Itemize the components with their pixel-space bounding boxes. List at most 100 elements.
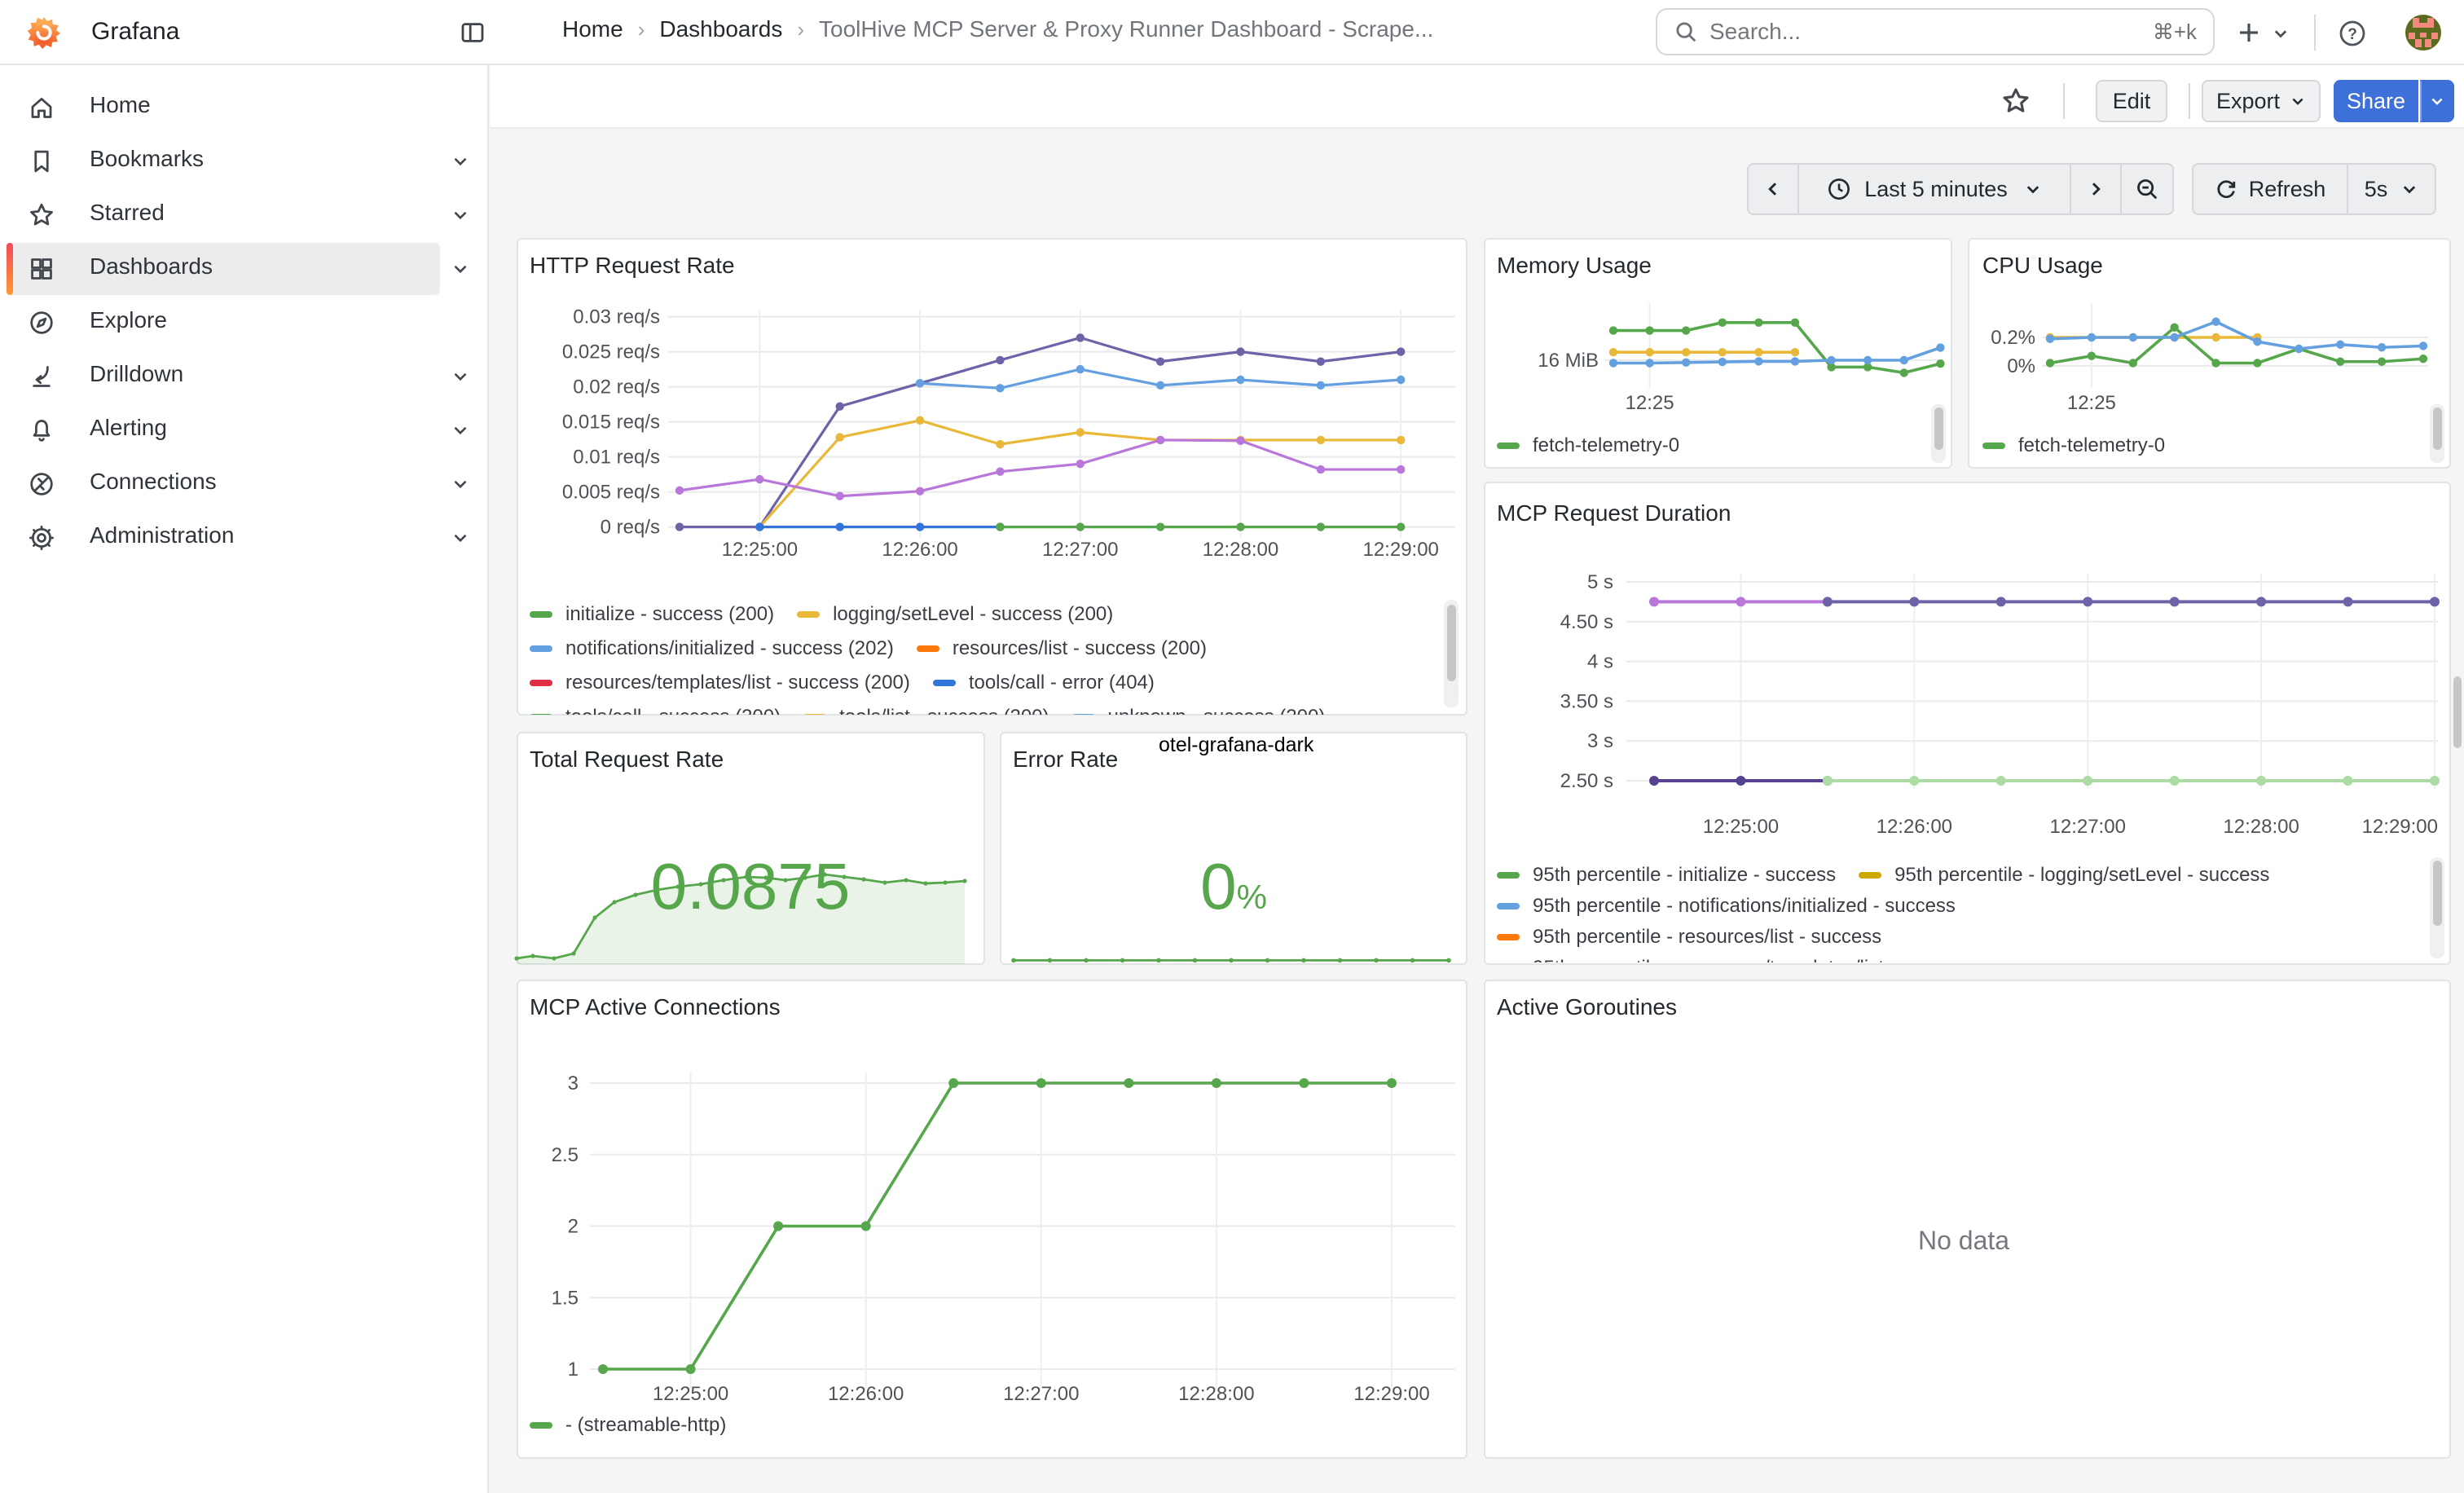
chevron-down-icon — [450, 420, 471, 441]
sidebar-item-bookmarks[interactable]: Bookmarks — [0, 134, 489, 188]
search-shortcut: ⌘+k — [2153, 20, 2197, 45]
sidebar-item-label: Explore — [90, 307, 167, 333]
legend-item[interactable]: 95th percentile - resources/templates/li… — [1497, 957, 1972, 962]
bookmark-icon — [28, 148, 55, 175]
sidebar-item-drilldown[interactable]: Drilldown — [0, 350, 489, 403]
chevron-down-icon — [450, 366, 471, 387]
window-scrollbar-thumb[interactable] — [2453, 676, 2462, 748]
grafana-dashboard-app: Grafana Home › Dashboards › ToolHive MCP… — [0, 0, 2464, 1493]
panel-title: Memory Usage — [1497, 253, 1652, 279]
sidebar-item-home[interactable]: Home — [0, 81, 489, 134]
export-button[interactable]: Export — [2202, 80, 2321, 122]
star-icon — [28, 201, 55, 229]
breadcrumb-current: ToolHive MCP Server & Proxy Runner Dashb… — [819, 16, 1433, 42]
legend-item[interactable]: 95th percentile - initialize - success — [1497, 864, 1836, 887]
drilldown-icon — [28, 363, 55, 390]
chevron-down-icon — [450, 258, 471, 280]
legend-item[interactable]: 95th percentile - resources/list - succe… — [1497, 926, 1881, 949]
sidebar-item-label: Drilldown — [90, 361, 183, 387]
share-dropdown-button[interactable] — [2420, 80, 2454, 122]
breadcrumb-separator: › — [623, 17, 660, 42]
legend-item[interactable]: - (streamable-http) — [530, 1414, 726, 1437]
edit-button[interactable]: Edit — [2096, 80, 2167, 122]
legend-item[interactable]: initialize - success (200) — [530, 603, 774, 626]
legend-scrollbar-thumb[interactable] — [1447, 605, 1456, 681]
home-icon — [28, 94, 55, 121]
search-input[interactable]: Search... ⌘+k — [1656, 8, 2215, 55]
refresh-interval-picker[interactable]: 5s — [2347, 163, 2436, 215]
legend-item[interactable]: tools/call - success (200) — [530, 706, 781, 715]
gear-icon — [28, 524, 55, 552]
panel-title: Error Rate — [1013, 746, 1118, 773]
breadcrumb: Home › Dashboards › ToolHive MCP Server … — [562, 16, 1433, 42]
sidebar-item-explore[interactable]: Explore — [0, 296, 489, 350]
breadcrumb-home[interactable]: Home — [562, 16, 623, 42]
legend-item[interactable]: resources/templates/list - success (200) — [530, 672, 910, 694]
panel-active-goroutines — [1484, 980, 2451, 1459]
sidebar-item-connections[interactable]: Connections — [0, 457, 489, 511]
zoom-out-button[interactable] — [2120, 163, 2174, 215]
panel-title: MCP Active Connections — [530, 994, 781, 1020]
sidebar-item-starred[interactable]: Starred — [0, 188, 489, 242]
legend-memory: fetch-telemetry-0 — [1497, 429, 1921, 463]
favorite-star-icon[interactable] — [2001, 86, 2031, 116]
legend-item[interactable]: tools/call - error (404) — [933, 672, 1155, 694]
stat-total-request-rate: 0.0875 — [517, 849, 984, 924]
legend-item[interactable]: resources/list - success (200) — [917, 637, 1207, 660]
user-avatar[interactable] — [2405, 15, 2441, 51]
legend-item[interactable]: 95th percentile - logging/setLevel - suc… — [1859, 864, 2269, 887]
sidebar-item-label: Alerting — [90, 415, 167, 441]
legend-item[interactable]: fetch-telemetry-0 — [1497, 434, 1679, 457]
hover-tooltip-text: otel-grafana-dark — [1159, 733, 1313, 757]
legend-item[interactable]: tools/list - success (200) — [803, 706, 1049, 715]
panel-title: CPU Usage — [1982, 253, 2103, 279]
add-button[interactable] — [2236, 20, 2262, 46]
chevron-down-icon — [450, 151, 471, 172]
sidebar-item-label: Dashboards — [90, 253, 213, 280]
svg-text:?: ? — [2347, 26, 2357, 43]
legend-item[interactable]: logging/setLevel - success (200) — [797, 603, 1113, 626]
search-icon — [1674, 20, 1698, 44]
legend-item[interactable]: fetch-telemetry-0 — [1982, 434, 2165, 457]
grafana-logo — [26, 15, 62, 51]
legend-scrollbar-thumb[interactable] — [2433, 407, 2442, 450]
legend-item[interactable]: notifications/initialized - success (202… — [530, 637, 894, 660]
chevron-down-icon — [450, 473, 471, 495]
legend-duration: 95th percentile - initialize - success 95… — [1497, 857, 2429, 962]
no-data-message: No data — [1918, 1226, 2009, 1256]
time-shift-back-button[interactable] — [1747, 163, 1799, 215]
chevron-down-icon — [450, 205, 471, 226]
legend-item[interactable]: unknown - success (200) — [1072, 706, 1326, 715]
panel-title: Active Goroutines — [1497, 994, 1677, 1020]
legend-scrollbar-thumb[interactable] — [2433, 861, 2442, 926]
top-navigation-bar: Grafana Home › Dashboards › ToolHive MCP… — [0, 0, 2464, 65]
legend-cpu: fetch-telemetry-0 — [1982, 429, 2406, 463]
share-button[interactable]: Share — [2334, 80, 2418, 122]
compass-icon — [28, 309, 55, 337]
brand-name: Grafana — [91, 18, 179, 46]
breadcrumb-dashboards[interactable]: Dashboards — [659, 16, 782, 42]
bell-icon — [28, 416, 55, 444]
sidebar-item-label: Home — [90, 92, 151, 118]
time-shift-forward-button[interactable] — [2070, 163, 2122, 215]
sidebar-toggle-icon[interactable] — [460, 20, 486, 46]
sidebar-item-label: Starred — [90, 200, 165, 226]
sidebar-item-administration[interactable]: Administration — [0, 511, 489, 565]
refresh-button[interactable]: Refresh — [2192, 163, 2348, 215]
legend-item[interactable]: 95th percentile - notifications/initiali… — [1497, 895, 1956, 918]
panel-title: Total Request Rate — [530, 746, 724, 773]
apps-icon — [28, 255, 55, 283]
panel-mcp-active-connections — [517, 980, 1467, 1459]
dashboard-actions-row — [491, 65, 2464, 129]
breadcrumb-separator: › — [782, 17, 819, 42]
legend-connections: - (streamable-http) — [530, 1408, 1442, 1442]
time-range-picker[interactable]: Last 5 minutes — [1797, 163, 2071, 215]
plug-icon — [28, 470, 55, 498]
actions-divider — [2063, 83, 2065, 119]
legend-scrollbar-thumb[interactable] — [1934, 407, 1943, 450]
add-chevron-icon[interactable] — [2272, 24, 2290, 42]
topbar-divider — [2314, 15, 2316, 51]
sidebar-item-alerting[interactable]: Alerting — [0, 403, 489, 457]
help-icon[interactable]: ? — [2339, 20, 2366, 47]
sidebar-item-dashboards[interactable]: Dashboards — [0, 242, 489, 296]
